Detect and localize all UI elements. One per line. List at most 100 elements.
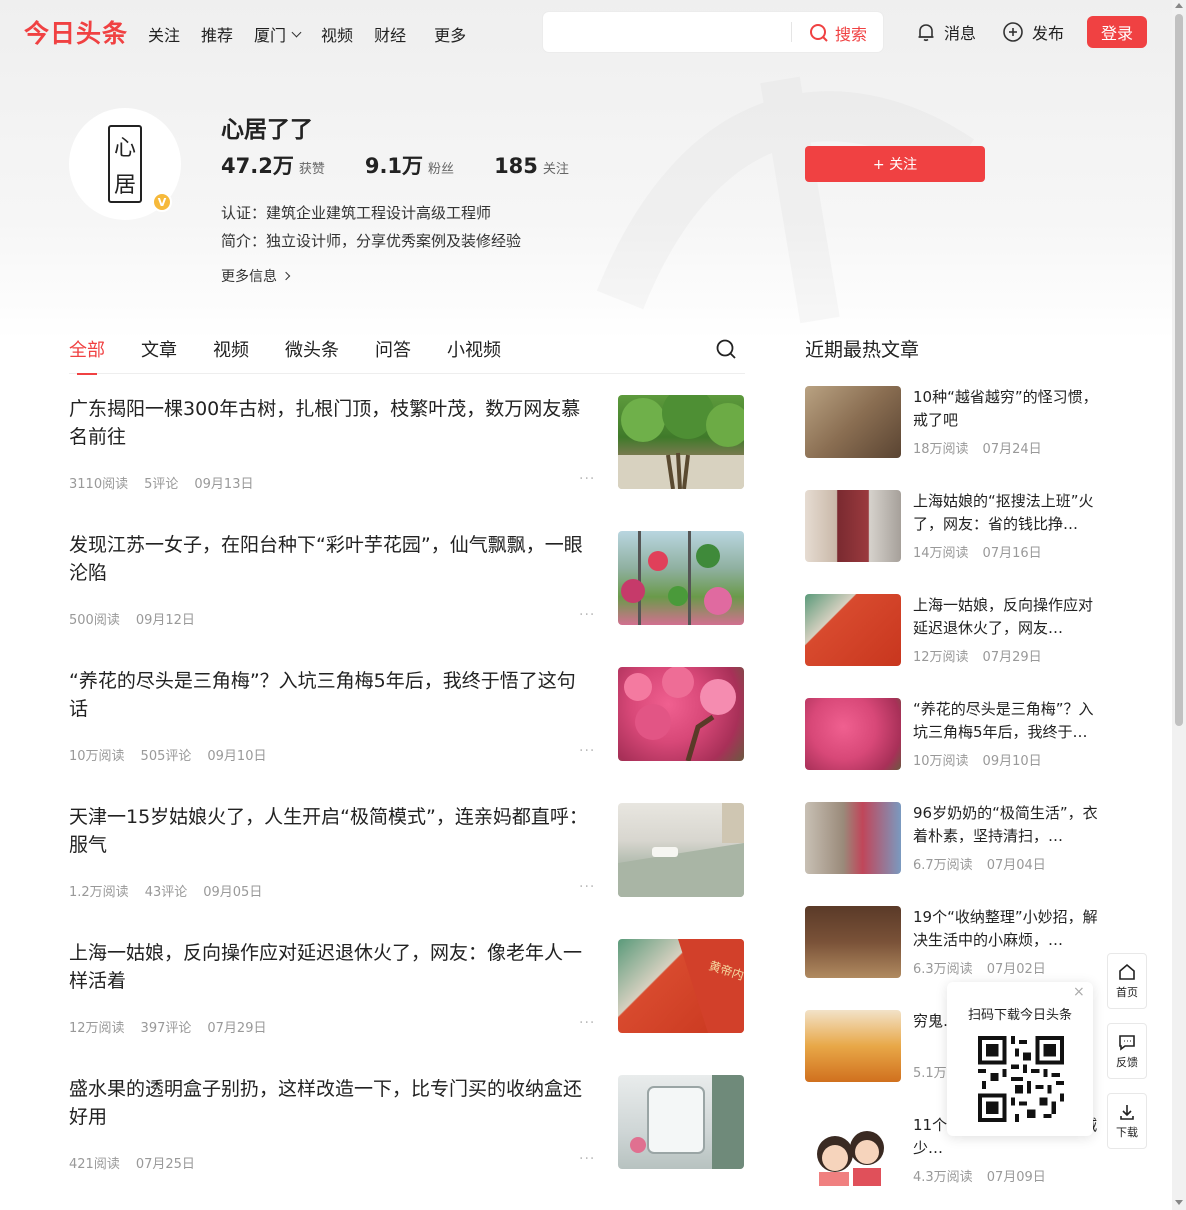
more-options-icon[interactable]: ···	[579, 879, 595, 895]
hot-article-item[interactable]: 上海姑娘的“抠搜法上班”火了，网友：省的钱比挣… 14万阅读 07月16日	[805, 490, 1105, 562]
scroll-up-arrow-icon[interactable]	[1175, 3, 1183, 8]
more-options-icon[interactable]: ···	[579, 1015, 595, 1031]
messages-button[interactable]: 消息	[916, 20, 976, 44]
hot-article-thumbnail[interactable]	[805, 802, 901, 874]
toutiao-logo[interactable]: 今日头条	[24, 14, 128, 50]
scrollbar-thumb[interactable]	[1175, 14, 1183, 726]
article-item[interactable]: “养花的尽头是三角梅”？入坑三角梅5年后，我终于悟了这句话 10万阅读 505评论…	[69, 667, 745, 777]
scroll-down-arrow-icon[interactable]	[1175, 1200, 1183, 1205]
article-thumbnail[interactable]	[618, 531, 744, 625]
stat-fans[interactable]: 9.1万 粉丝	[365, 150, 454, 180]
search-icon	[810, 24, 828, 42]
search-icon[interactable]	[715, 338, 737, 360]
nav-more[interactable]: 更多	[434, 22, 466, 46]
article-thumbnail[interactable]	[618, 1075, 744, 1169]
hot-article-thumbnail[interactable]	[805, 1114, 901, 1186]
hot-article-item[interactable]: 10种“越省越穷”的怪习惯，戒了吧 18万阅读 07月24日	[805, 386, 1105, 458]
hot-article-title[interactable]: 10种“越省越穷”的怪习惯，戒了吧	[913, 386, 1105, 432]
hot-article-item[interactable]: “养花的尽头是三角梅”？入坑三角梅5年后，我终于… 10万阅读 09月10日	[805, 698, 1105, 770]
tab-short-video[interactable]: 小视频	[447, 336, 501, 362]
qr-popup-title: 扫码下载今日头条	[967, 1008, 1072, 1023]
article-thumbnail[interactable]	[618, 395, 744, 489]
side-home-button[interactable]: 首页	[1107, 953, 1147, 1009]
article-thumbnail[interactable]	[618, 803, 744, 897]
publish-button[interactable]: 发布	[1002, 20, 1064, 44]
article-item[interactable]: 发现江苏一女子，在阳台种下“彩叶芋花园”，仙气飘飘，一眼沦陷 500阅读 09月1…	[69, 531, 745, 641]
profile-stats: 47.2万 获赞 9.1万 粉丝 185 关注	[221, 150, 609, 180]
nav-city-label: 厦门	[254, 26, 287, 45]
tab-articles[interactable]: 文章	[141, 336, 177, 362]
tab-video[interactable]: 视频	[213, 336, 249, 362]
article-item[interactable]: 盛水果的透明盒子别扔，这样改造一下，比专门买的收纳盒还好用 421阅读 07月25…	[69, 1075, 745, 1185]
article-title[interactable]: “养花的尽头是三角梅”？入坑三角梅5年后，我终于悟了这句话	[69, 667, 593, 723]
hot-article-title[interactable]: 上海一姑娘，反向操作应对延迟退休火了，网友…	[913, 594, 1105, 640]
chevron-right-icon	[281, 271, 291, 281]
article-thumbnail[interactable]: 黄帝内	[618, 939, 744, 1033]
article-reads: 500阅读	[69, 613, 120, 628]
stat-following[interactable]: 185 关注	[494, 154, 569, 178]
more-info-link[interactable]: 更多信息	[221, 266, 291, 286]
hot-article-thumbnail[interactable]	[805, 1010, 901, 1082]
hot-article-thumbnail[interactable]	[805, 386, 901, 458]
search-divider	[791, 22, 792, 42]
article-item[interactable]: 广东揭阳一棵300年古树，扎根门顶，枝繁叶茂，数万网友慕名前往 3110阅读 5评…	[69, 395, 745, 505]
more-options-icon[interactable]: ···	[579, 1151, 595, 1167]
article-meta: 3110阅读 5评论 09月13日	[69, 473, 269, 492]
article-item[interactable]: 上海一姑娘，反向操作应对延迟退休火了，网友：像老年人一样活着 12万阅读 397评…	[69, 939, 745, 1049]
search-button[interactable]: 搜索	[809, 21, 867, 45]
more-options-icon[interactable]: ···	[579, 743, 595, 759]
side-feedback-button[interactable]: 反馈	[1107, 1023, 1147, 1079]
hot-article-date: 07月24日	[982, 442, 1042, 457]
hot-article-date: 07月29日	[982, 650, 1042, 665]
more-options-icon[interactable]: ···	[579, 471, 595, 487]
stat-likes: 47.2万 获赞	[221, 150, 325, 180]
hot-article-reads: 14万阅读	[913, 546, 969, 561]
hot-article-thumbnail[interactable]	[805, 698, 901, 770]
article-comments: 505评论	[140, 749, 192, 764]
hot-article-item[interactable]: 上海一姑娘，反向操作应对延迟退休火了，网友… 12万阅读 07月29日	[805, 594, 1105, 666]
more-info-label: 更多信息	[221, 269, 277, 285]
search-box: 搜索	[543, 12, 883, 52]
hot-article-item[interactable]: 19个“收纳整理”小妙招，解决生活中的小麻烦，… 6.3万阅读 07月02日	[805, 906, 1105, 978]
hot-article-meta: 4.3万阅读 07月09日	[913, 1166, 1060, 1185]
nav-follow[interactable]: 关注	[148, 22, 180, 46]
search-input[interactable]	[555, 20, 775, 44]
hot-article-thumbnail[interactable]	[805, 594, 901, 666]
hot-article-thumbnail[interactable]	[805, 906, 901, 978]
nav-recommend[interactable]: 推荐	[201, 22, 233, 46]
publish-label: 发布	[1032, 24, 1065, 43]
article-title[interactable]: 天津一15岁姑娘火了，人生开启“极简模式”，连亲妈都直呼：服气	[69, 803, 593, 859]
nav-finance[interactable]: 财经	[374, 22, 406, 46]
more-options-icon[interactable]: ···	[579, 607, 595, 623]
hot-article-title[interactable]: 上海姑娘的“抠搜法上班”火了，网友：省的钱比挣…	[913, 490, 1105, 536]
article-title[interactable]: 盛水果的透明盒子别扔，这样改造一下，比专门买的收纳盒还好用	[69, 1075, 593, 1131]
following-label: 关注	[542, 162, 569, 177]
article-meta: 12万阅读 397评论 07月29日	[69, 1017, 282, 1036]
article-title[interactable]: 上海一姑娘，反向操作应对延迟退休火了，网友：像老年人一样活着	[69, 939, 593, 995]
hot-article-title[interactable]: 19个“收纳整理”小妙招，解决生活中的小麻烦，…	[913, 906, 1105, 952]
tab-micro-posts[interactable]: 微头条	[285, 336, 339, 362]
tab-qa[interactable]: 问答	[375, 336, 411, 362]
nav-city[interactable]: 厦门	[254, 22, 302, 46]
hot-article-title[interactable]: “养花的尽头是三角梅”？入坑三角梅5年后，我终于…	[913, 698, 1105, 744]
login-button[interactable]: 登录	[1087, 16, 1147, 48]
tab-all[interactable]: 全部	[69, 336, 105, 375]
seal-char-1: 心	[113, 135, 136, 161]
article-title[interactable]: 广东揭阳一棵300年古树，扎根门顶，枝繁叶茂，数万网友慕名前往	[69, 395, 593, 451]
verified-badge: V	[152, 192, 172, 212]
article-thumbnail[interactable]	[618, 667, 744, 761]
page-scrollbar[interactable]	[1172, 0, 1186, 1210]
side-download-button[interactable]: 下载	[1107, 1093, 1147, 1149]
article-title[interactable]: 发现江苏一女子，在阳台种下“彩叶芋花园”，仙气飘飘，一眼沦陷	[69, 531, 593, 587]
hot-article-title[interactable]: 96岁奶奶的“极简生活”，衣着朴素，坚持清扫，…	[913, 802, 1105, 848]
hot-article-item[interactable]: 96岁奶奶的“极简生活”，衣着朴素，坚持清扫，… 6.7万阅读 07月04日	[805, 802, 1105, 874]
hot-article-thumbnail[interactable]	[805, 490, 901, 562]
article-date: 09月10日	[207, 749, 267, 764]
side-download-label: 下载	[1116, 1125, 1138, 1139]
follow-button[interactable]: + 关注	[805, 146, 985, 182]
top-navbar: 今日头条 关注 推荐 厦门 视频 财经 更多 搜索 消息 发布 登录	[0, 0, 1186, 64]
nav-video[interactable]: 视频	[321, 22, 353, 46]
close-icon[interactable]: ×	[1073, 984, 1085, 1000]
article-comments: 43评论	[144, 885, 188, 900]
article-item[interactable]: 天津一15岁姑娘火了，人生开启“极简模式”，连亲妈都直呼：服气 1.2万阅读 43…	[69, 803, 745, 913]
